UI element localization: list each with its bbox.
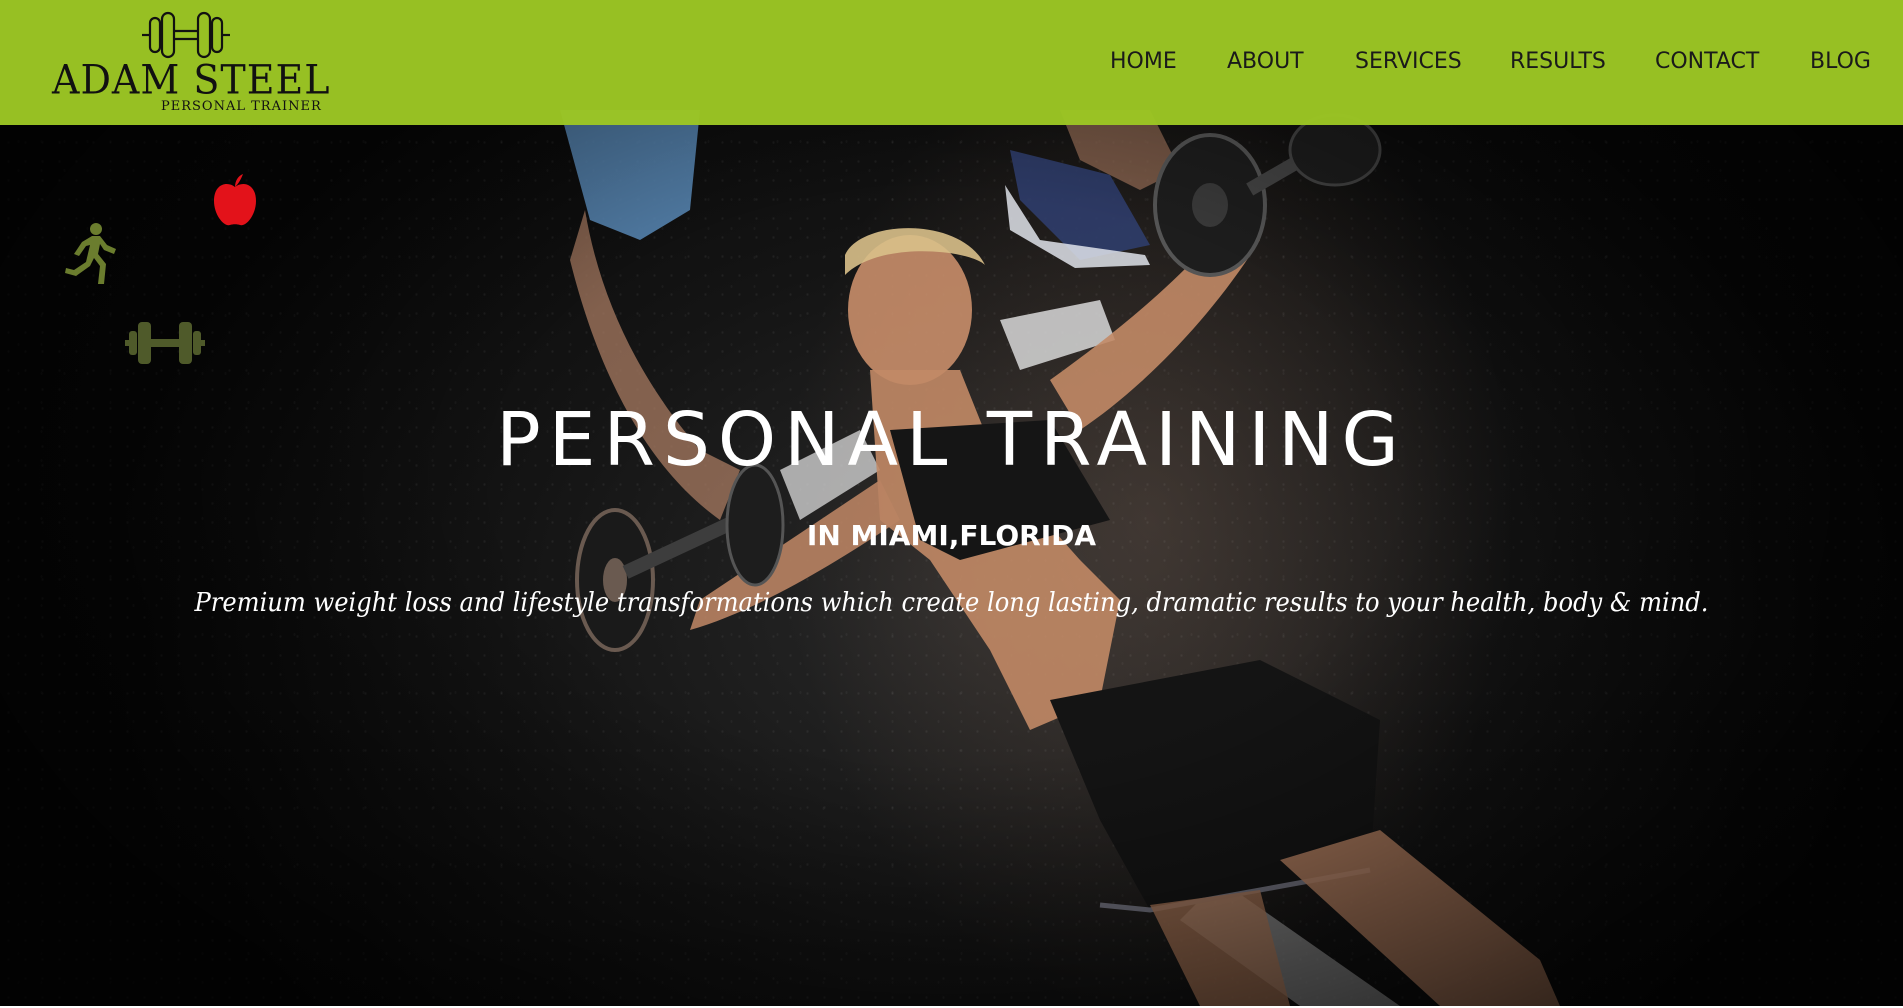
nav-item-blog[interactable]: BLOG <box>1810 47 1871 77</box>
page: ADAM STEEL PERSONAL TRAINER HOME ABOUT S… <box>0 0 1903 1008</box>
nav-item-about[interactable]: ABOUT <box>1227 47 1304 77</box>
running-person-icon <box>65 223 116 284</box>
hero-tagline: Premium weight loss and lifestyle transf… <box>194 588 1709 618</box>
dumbbell-icon <box>125 322 205 364</box>
hero-vignette <box>0 0 1903 1006</box>
apple-icon <box>214 174 256 226</box>
site-header: ADAM STEEL PERSONAL TRAINER HOME ABOUT S… <box>0 0 1903 125</box>
hero-section <box>0 0 1903 1006</box>
hero-subtitle: IN MIAMI,FLORIDA <box>806 519 1097 552</box>
nav-item-results[interactable]: RESULTS <box>1510 47 1606 77</box>
nav-item-contact[interactable]: CONTACT <box>1655 47 1759 77</box>
brand-tagline: PERSONAL TRAINER <box>161 99 322 114</box>
nav-item-services[interactable]: SERVICES <box>1355 47 1462 77</box>
main-nav: HOME ABOUT SERVICES RESULTS CONTACT BLOG <box>0 47 1903 79</box>
nav-item-home[interactable]: HOME <box>1110 47 1177 77</box>
hero-title: PERSONAL TRAINING <box>496 397 1407 483</box>
